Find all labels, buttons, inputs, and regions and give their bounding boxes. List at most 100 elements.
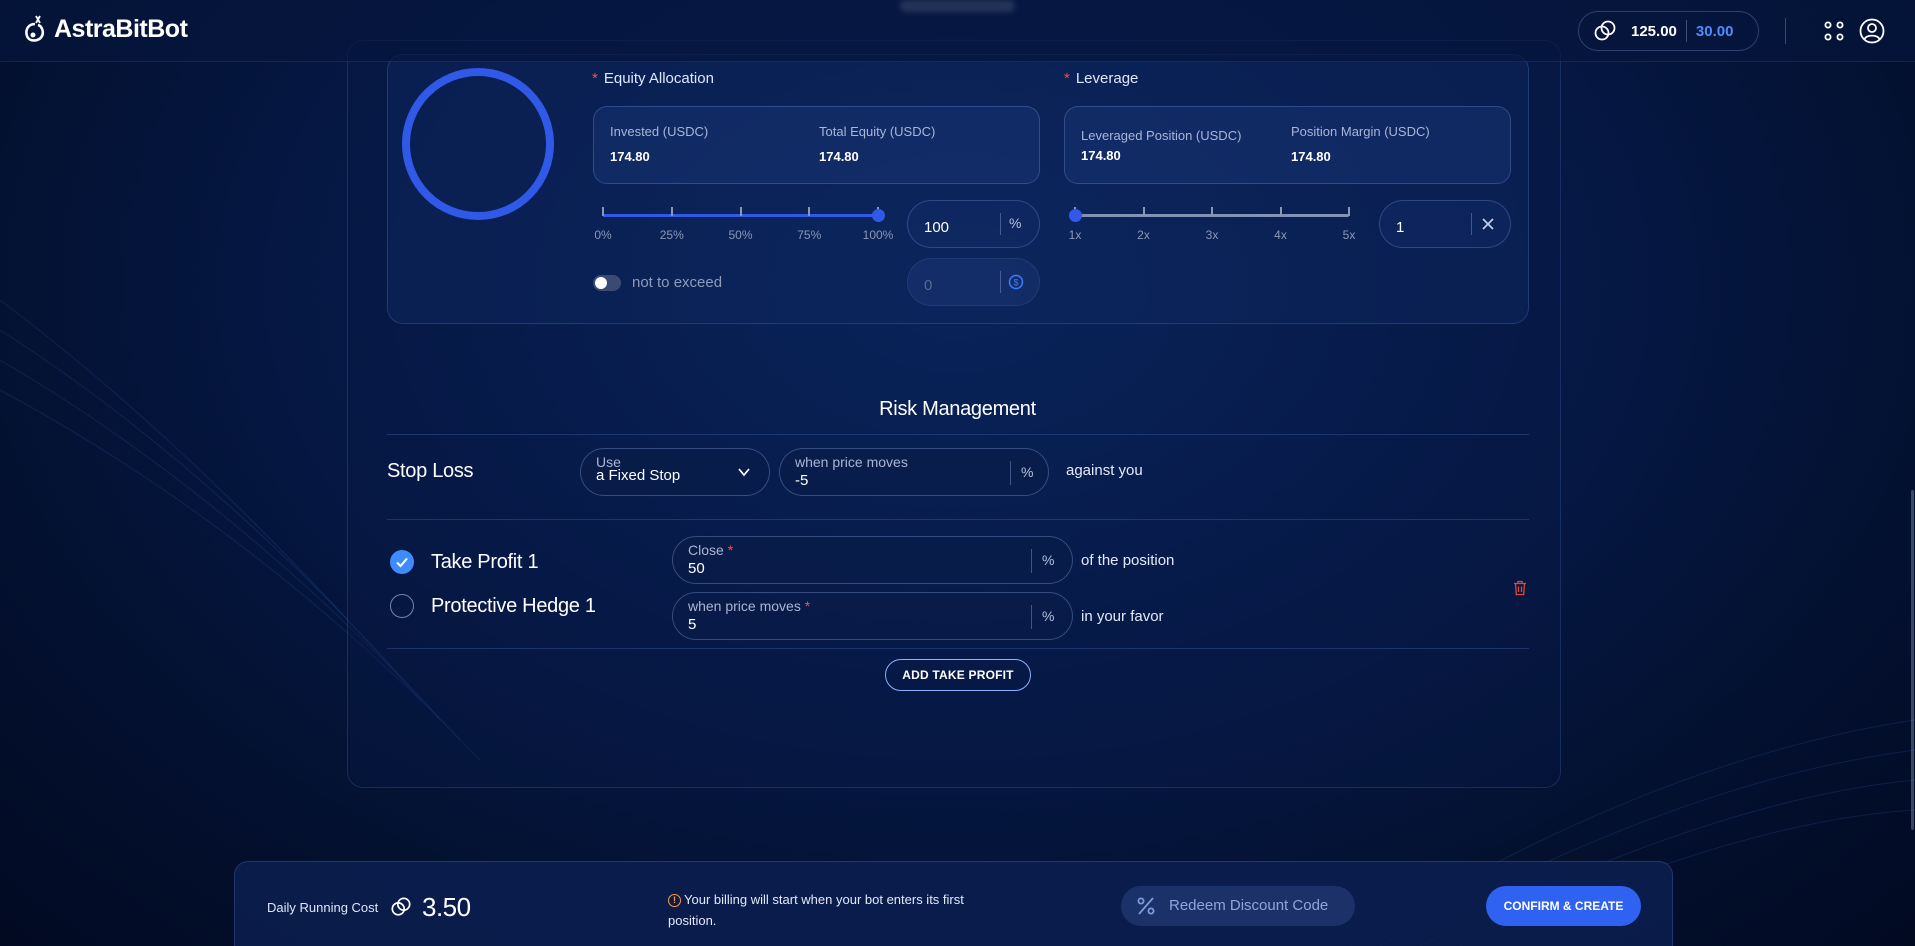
equity-allocation-slider[interactable]: 0% 25% 50% 75% 100% [594, 206, 893, 246]
close-value: 50 [688, 560, 705, 577]
slider-tick-label: 5x [1342, 228, 1356, 242]
slider-tick [1348, 207, 1350, 216]
not-to-exceed-toggle[interactable] [593, 275, 621, 291]
leverage-input[interactable]: 1 [1379, 200, 1511, 248]
hedge-move-input[interactable]: when price moves * 5 % [672, 592, 1073, 640]
risk-management-heading: Risk Management [879, 398, 1036, 420]
hedge-move-value: 5 [688, 616, 697, 633]
slider-tick [1211, 207, 1213, 216]
take-profit-suffix: of the position [1081, 552, 1175, 569]
stop-loss-move-value: -5 [795, 472, 809, 489]
daily-running-cost-label: Daily Running Cost [267, 900, 379, 915]
logo[interactable]: AstraBitBot [22, 14, 188, 44]
slider-tick [808, 207, 811, 216]
slider-tick-label: 4x [1274, 228, 1287, 242]
leverage-heading: * Leverage [1064, 70, 1139, 87]
stop-loss-label: Stop Loss [387, 460, 474, 482]
user-account-icon[interactable] [1859, 18, 1885, 44]
cap-amount-input[interactable]: 0 $ [907, 258, 1040, 306]
slider-tick [739, 207, 742, 216]
slider-tick-label: 50% [728, 228, 753, 242]
chevron-down-icon [738, 468, 750, 477]
input-divider [1000, 213, 1001, 235]
input-divider [1031, 605, 1032, 629]
slider-tick-label: 100% [862, 228, 894, 242]
input-divider [1031, 549, 1032, 573]
equity-allocation-heading: * Equity Allocation [592, 70, 714, 87]
close-label: Close * [688, 542, 734, 558]
percent-icon [1137, 897, 1155, 915]
hedge-suffix: in your favor [1081, 608, 1164, 625]
take-profit-label: Take Profit 1 [431, 551, 539, 573]
stop-type-select[interactable]: Use a Fixed Stop [580, 448, 770, 496]
stop-loss-percent-input[interactable]: when price moves -5 % [779, 448, 1049, 496]
header-divider [1785, 18, 1786, 44]
total-equity-value: 174.80 [819, 149, 859, 164]
input-divider [1010, 461, 1011, 485]
balance-primary: 125.00 [1631, 22, 1677, 40]
slider-tick-label: 0% [594, 228, 612, 242]
coin-icon [1594, 20, 1616, 41]
divider [387, 434, 1529, 435]
equity-percent-value: 100 [924, 219, 950, 236]
slider-tick-label: 1x [1068, 228, 1082, 242]
percent-unit: % [1042, 552, 1055, 568]
astrabit-logo-icon [25, 15, 45, 42]
invested-label: Invested (USDC) [610, 124, 709, 139]
percent-unit: % [1009, 215, 1022, 231]
leveraged-position-value: 174.80 [1081, 148, 1121, 163]
svg-text:$: $ [1013, 278, 1018, 288]
currency-icon: $ [1008, 274, 1024, 290]
redeem-discount-button[interactable]: Redeem Discount Code [1121, 886, 1355, 926]
slider-tick [1279, 207, 1282, 216]
leverage-info-box: Leveraged Position (USDC) 174.80 Positio… [1064, 106, 1511, 184]
page-scrollbar[interactable] [1911, 490, 1914, 830]
coin-icon [391, 897, 411, 916]
slider-tick-label: 2x [1137, 228, 1150, 242]
slider-tick [602, 207, 604, 216]
position-margin-value: 174.80 [1291, 149, 1331, 164]
balance-divider [1685, 20, 1687, 42]
logo-text: AstraBitBot [54, 14, 188, 43]
balance-secondary: 30.00 [1695, 22, 1734, 40]
allocation-ring-chart [402, 68, 554, 220]
balance-display[interactable]: 125.00 30.00 [1578, 11, 1759, 51]
billing-note: ! Your billing will start when your bot e… [668, 892, 964, 928]
required-marker: * [1064, 70, 1070, 87]
cap-amount-value: 0 [924, 277, 933, 294]
warning-icon: ! [668, 894, 681, 907]
daily-running-cost-value: 3.50 [422, 892, 471, 922]
not-to-exceed-label: not to exceed [632, 274, 723, 291]
percent-unit: % [1042, 608, 1055, 624]
take-profit-checkbox[interactable] [390, 550, 414, 574]
required-marker: * [592, 70, 598, 87]
slider-tick-label: 75% [797, 228, 822, 242]
check-icon [396, 557, 408, 568]
equity-percent-input[interactable]: 100 % [907, 200, 1040, 248]
obscured-title [900, 0, 1015, 12]
protective-hedge-checkbox[interactable] [390, 594, 414, 618]
slider-handle[interactable] [872, 209, 885, 222]
divider [387, 519, 1529, 520]
slider-tick-label: 25% [659, 228, 684, 242]
invested-value: 174.80 [610, 149, 650, 164]
add-take-profit-button[interactable]: ADD TAKE PROFIT [885, 659, 1031, 691]
slider-tick [1142, 207, 1145, 216]
slider-handle[interactable] [1069, 209, 1082, 222]
top-navigation-bar: AstraBitBot 125.00 30.00 [0, 0, 1915, 62]
stop-loss-suffix: against you [1066, 462, 1143, 479]
input-divider [1471, 213, 1472, 235]
leverage-slider[interactable]: 1x 2x 3x 4x 5x [1069, 206, 1355, 246]
redeem-label: Redeem Discount Code [1169, 897, 1329, 914]
stop-type-value: a Fixed Stop [596, 467, 681, 484]
leverage-value: 1 [1396, 219, 1405, 236]
position-margin-label: Position Margin (USDC) [1291, 124, 1430, 139]
total-equity-label: Total Equity (USDC) [819, 124, 936, 139]
protective-hedge-label: Protective Hedge 1 [431, 595, 596, 617]
take-profit-close-input[interactable]: Close * 50 % [672, 536, 1073, 584]
confirm-create-button[interactable]: CONFIRM & CREATE [1486, 886, 1641, 926]
multiply-icon[interactable] [1481, 217, 1495, 231]
slider-tick-label: 3x [1205, 228, 1219, 242]
trash-icon[interactable] [1513, 580, 1527, 596]
apps-grid-icon[interactable] [1823, 20, 1845, 42]
